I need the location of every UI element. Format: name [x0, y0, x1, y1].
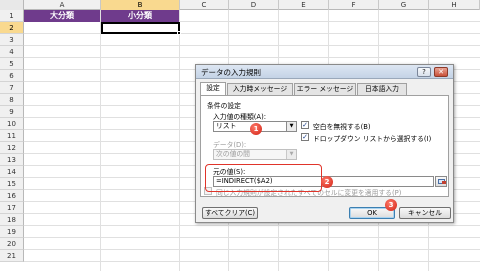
gridline — [24, 261, 480, 262]
row-header-14[interactable]: 14 — [0, 166, 24, 178]
step-badge-3: 3 — [385, 199, 397, 211]
row-header-4[interactable]: 4 — [0, 46, 24, 58]
gridline — [100, 10, 101, 271]
cell-b1[interactable]: 小分類 — [101, 10, 179, 22]
fill-handle[interactable] — [177, 31, 181, 35]
data-dropdown: 次の値の間 ▼ — [213, 149, 297, 160]
data-value: 次の値の間 — [216, 150, 250, 158]
active-cell-b2[interactable] — [101, 22, 180, 34]
row-header-20[interactable]: 20 — [0, 238, 24, 250]
select-all-corner[interactable] — [0, 0, 24, 10]
dialog-title: データの入力規則 — [201, 68, 261, 77]
cancel-button[interactable]: キャンセル — [399, 207, 451, 219]
arrow-icon — [442, 181, 446, 184]
ignore-blank-checkbox[interactable]: ✓ — [301, 121, 309, 129]
column-header-f[interactable]: F — [329, 0, 379, 10]
column-header-a[interactable]: A — [24, 0, 101, 10]
row-header-7[interactable]: 7 — [0, 82, 24, 94]
row-header-5[interactable]: 5 — [0, 58, 24, 70]
cell-a1[interactable]: 大分類 — [24, 10, 100, 22]
row-header-2[interactable]: 2 — [0, 22, 24, 34]
column-header-g[interactable]: G — [379, 0, 429, 10]
source-highlight-box — [205, 164, 322, 192]
tab-input-message[interactable]: 入力時メッセージ — [227, 83, 293, 95]
column-header-e[interactable]: E — [279, 0, 329, 10]
data-label: データ(D): — [213, 141, 247, 149]
row-header-17[interactable]: 17 — [0, 202, 24, 214]
gridline — [179, 10, 180, 271]
column-header-b[interactable]: B — [101, 0, 180, 10]
chevron-down-icon[interactable]: ▼ — [286, 122, 296, 131]
gridline — [24, 249, 480, 250]
allow-label: 入力値の種類(A): — [213, 113, 267, 121]
chevron-down-icon: ▼ — [286, 150, 296, 159]
row-header-3[interactable]: 3 — [0, 34, 24, 46]
row-header-12[interactable]: 12 — [0, 142, 24, 154]
tab-error-message[interactable]: エラー メッセージ — [294, 83, 356, 95]
row-header-15[interactable]: 15 — [0, 178, 24, 190]
help-button[interactable]: ? — [417, 67, 431, 77]
gridline — [24, 45, 480, 46]
clear-all-button[interactable]: すべてクリア(C) — [202, 207, 258, 219]
data-validation-dialog[interactable]: データの入力規則 ? ✕ 設定 入力時メッセージ エラー メッセージ 日本語入力… — [195, 64, 454, 223]
gridline — [24, 237, 480, 238]
row-header-19[interactable]: 19 — [0, 226, 24, 238]
row-header-11[interactable]: 11 — [0, 130, 24, 142]
column-header-h[interactable]: H — [429, 0, 480, 10]
tab-japanese-input[interactable]: 日本語入力 — [357, 83, 407, 95]
tab-settings[interactable]: 設定 — [200, 82, 226, 95]
dropdown-list-checkbox[interactable]: ✓ — [301, 133, 309, 141]
dropdown-list-label: ドロップダウン リストから選択する(I) — [313, 135, 432, 143]
row-header-21[interactable]: 21 — [0, 250, 24, 262]
row-header-13[interactable]: 13 — [0, 154, 24, 166]
ignore-blank-label: 空白を無視する(B) — [313, 123, 371, 131]
row-header-16[interactable]: 16 — [0, 190, 24, 202]
dialog-titlebar[interactable]: データの入力規則 ? ✕ — [196, 65, 453, 79]
step-badge-2: 2 — [321, 176, 333, 188]
gridline — [24, 57, 480, 58]
row-header-9[interactable]: 9 — [0, 106, 24, 118]
close-button[interactable]: ✕ — [434, 67, 448, 77]
gridline — [24, 225, 480, 226]
row-header-18[interactable]: 18 — [0, 214, 24, 226]
row-header-1[interactable]: 1 — [0, 10, 24, 22]
row-header-8[interactable]: 8 — [0, 94, 24, 106]
gridline — [24, 33, 480, 34]
column-header-c[interactable]: C — [180, 0, 229, 10]
allow-value: リスト — [216, 122, 237, 130]
row-header-10[interactable]: 10 — [0, 118, 24, 130]
column-header-d[interactable]: D — [229, 0, 279, 10]
step-badge-1: 1 — [250, 123, 262, 135]
conditions-header: 条件の設定 — [207, 102, 241, 110]
range-select-button[interactable] — [435, 176, 447, 187]
row-header-6[interactable]: 6 — [0, 70, 24, 82]
